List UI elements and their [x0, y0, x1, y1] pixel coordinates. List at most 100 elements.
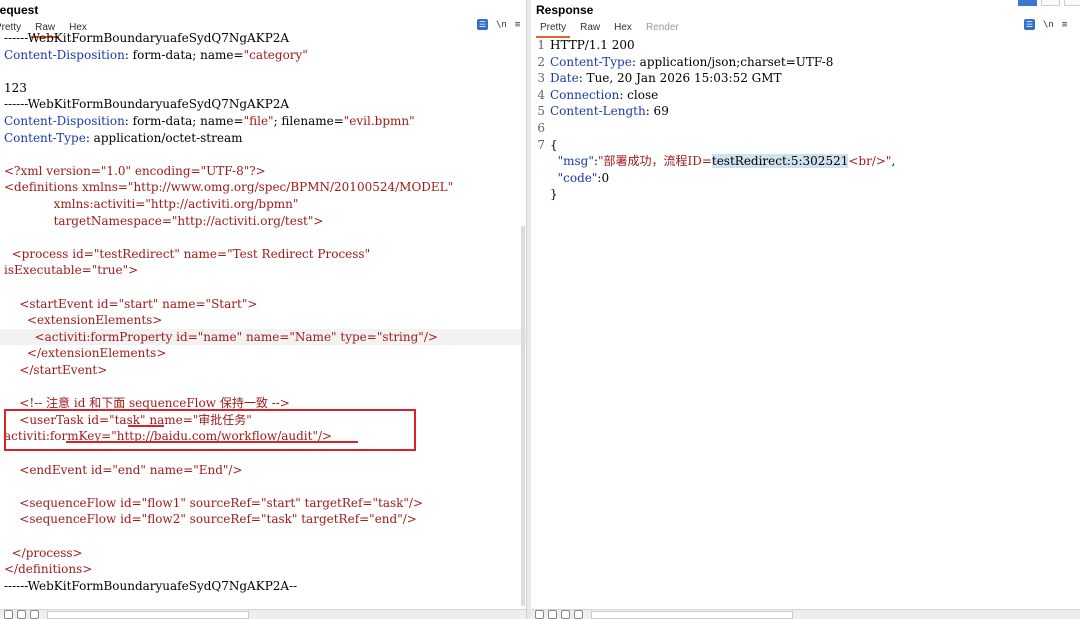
code-token: "file"	[243, 114, 274, 128]
code-token: <definitions xmlns="http://www.omg.org/s…	[4, 180, 454, 195]
request-line: Content-Disposition: form-data; name="ca…	[0, 47, 526, 64]
annotation-box	[4, 409, 416, 451]
forward-icon[interactable]	[574, 610, 583, 619]
help-icon[interactable]	[535, 610, 544, 619]
request-search-input[interactable]	[47, 610, 249, 619]
response-tabs: Pretty Raw Hex Render	[533, 20, 686, 38]
request-line: <?xml version="1.0" encoding="UTF-8"?>	[0, 163, 526, 180]
newline-toggle-button[interactable]: \n	[496, 20, 507, 30]
request-line: <activiti:formProperty id="name" name="N…	[0, 328, 526, 346]
response-viewer[interactable]: 1 HTTP/1.1 200 2 Content-Type: application/…	[531, 36, 1080, 609]
tab-render[interactable]: Render	[639, 20, 686, 36]
code-token: : form-data; name=	[124, 47, 244, 62]
code-token: <sequenceFlow id="flow1" sourceRef="star…	[4, 495, 424, 510]
code-token: 123	[4, 80, 27, 95]
code-token: "evil.bpmn"	[343, 114, 415, 128]
request-line: </process>	[0, 545, 526, 562]
request-line: xmlns:activiti="http://activiti.org/bpmn…	[0, 196, 526, 213]
back-icon[interactable]	[17, 610, 26, 619]
code-token: testRedirect:5:302521	[711, 154, 849, 169]
code-token: :0	[597, 170, 610, 185]
request-bottom-bar	[0, 609, 526, 619]
request-line	[0, 528, 526, 545]
response-line: }	[531, 186, 1080, 203]
request-line	[0, 63, 526, 80]
line-number: 2	[537, 54, 545, 69]
request-line: <extensionElements>	[0, 312, 526, 329]
request-line: ------WebKitFormBoundaryuafeSydQ7NgAKP2A	[0, 96, 526, 113]
code-token: </extensionElements>	[4, 346, 167, 361]
request-line: <endEvent id="end" name="End"/>	[0, 462, 526, 479]
wrap-toggle-icon[interactable]: ☰	[477, 19, 488, 30]
code-token: <endEvent id="end" name="End"/>	[4, 462, 243, 477]
code-token: : close	[619, 87, 659, 102]
request-pane: Request PrettyRawHex ☰ \n ≡ ------WebKit…	[0, 0, 526, 619]
code-token: <startEvent id="start" name="Start">	[4, 296, 258, 311]
code-token: isExecutable="true">	[4, 263, 139, 278]
menu-icon[interactable]: ≡	[1062, 20, 1067, 30]
code-token: <br/>"	[848, 154, 892, 169]
request-line: <process id="testRedirect" name="Test Re…	[0, 246, 526, 263]
request-line: </definitions>	[0, 561, 526, 578]
request-line: ------WebKitFormBoundaryuafeSydQ7NgAKP2A…	[0, 578, 526, 595]
layout-horizontal-icon[interactable]	[1041, 0, 1060, 6]
request-toolbar: ☰ \n ≡	[477, 19, 520, 30]
code-token: : form-data; name=	[124, 114, 244, 128]
code-token: "category"	[243, 47, 308, 62]
code-token: ------WebKitFormBoundaryuafeSydQ7NgAKP2A…	[4, 578, 298, 593]
response-line: 1 HTTP/1.1 200	[531, 37, 1080, 54]
code-token: : application/octet-stream	[85, 130, 243, 145]
wrap-toggle-icon[interactable]: ☰	[1024, 19, 1035, 30]
request-title: Request	[0, 3, 39, 17]
request-line	[0, 279, 526, 296]
line-number: 4	[537, 87, 545, 102]
code-token: "部署成功，流程ID=	[597, 154, 712, 169]
layout-vertical-icon[interactable]	[1064, 0, 1080, 6]
menu-icon[interactable]: ≡	[515, 20, 520, 30]
tab-hex[interactable]: Hex	[607, 20, 639, 36]
request-line: 123	[0, 80, 526, 97]
settings-icon[interactable]	[4, 610, 13, 619]
code-token: </definitions>	[4, 562, 93, 577]
code-token: }	[550, 187, 558, 202]
forward-icon[interactable]	[30, 610, 39, 619]
code-token: <sequenceFlow id="flow2" sourceRef="task…	[4, 512, 417, 527]
response-title: Response	[536, 3, 594, 17]
response-pane: Response Pretty Raw Hex Render ☰ \n ≡ 1 HTTP…	[531, 0, 1080, 619]
code-token: xmlns:activiti="http://activiti.org/bpmn…	[4, 197, 299, 211]
annotation-underline-task	[128, 425, 164, 427]
request-line	[0, 478, 526, 495]
tab-raw[interactable]: Raw	[573, 20, 607, 36]
request-line	[0, 379, 526, 396]
request-scrollbar[interactable]	[521, 226, 525, 606]
response-line: 2 Content-Type: application/json;charset=…	[531, 54, 1080, 71]
code-token: "code"	[550, 170, 598, 185]
request-line: <sequenceFlow id="flow2" sourceRef="task…	[0, 511, 526, 528]
request-line	[0, 146, 526, 163]
back-icon[interactable]	[561, 610, 570, 619]
settings-icon[interactable]	[548, 610, 557, 619]
code-token: <process id="testRedirect" name="Test Re…	[4, 246, 371, 261]
line-number: 1	[537, 38, 545, 52]
request-line: ------WebKitFormBoundaryuafeSydQ7NgAKP2A	[0, 30, 526, 47]
request-line: isExecutable="true">	[0, 262, 526, 279]
code-token: : application/json;charset=UTF-8	[631, 54, 834, 69]
request-editor[interactable]: ------WebKitFormBoundaryuafeSydQ7NgAKP2A…	[0, 31, 526, 609]
line-number: 5	[537, 104, 545, 119]
code-token: : Tue, 20 Jan 2026 15:03:52 GMT	[578, 71, 782, 86]
code-token: Connection	[550, 87, 620, 102]
request-line: targetNamespace="http://activiti.org/tes…	[0, 213, 526, 230]
code-token: Content-Length	[550, 104, 646, 119]
newline-toggle-button[interactable]: \n	[1043, 20, 1054, 30]
annotation-underline-formkey	[66, 441, 358, 443]
response-search-input[interactable]	[591, 610, 793, 619]
response-line: "msg":"部署成功，流程ID=testRedirect:5:302521<b…	[531, 153, 1080, 170]
response-line: 3 Date: Tue, 20 Jan 2026 15:03:52 GMT	[531, 70, 1080, 87]
tab-pretty[interactable]: Pretty	[533, 20, 573, 38]
code-token: <?xml version="1.0" encoding="UTF-8"?>	[4, 163, 266, 178]
request-line: <startEvent id="start" name="Start">	[0, 296, 526, 313]
layout-split-icon[interactable]	[1018, 0, 1037, 6]
response-toolbar: ☰ \n ≡	[1024, 19, 1067, 30]
code-token: : 69	[645, 104, 669, 119]
code-token: Content-Type	[4, 130, 86, 145]
